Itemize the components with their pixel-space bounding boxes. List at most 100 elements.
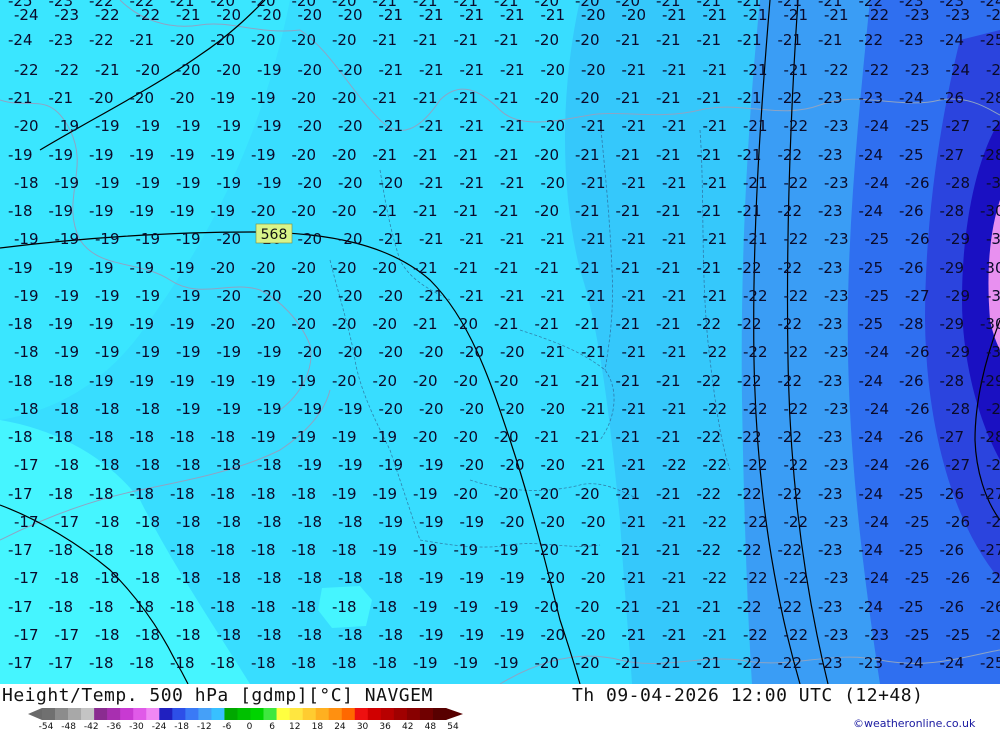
temperature-label: -21 bbox=[379, 230, 404, 248]
scale-left-arrow bbox=[28, 708, 42, 720]
scale-cell bbox=[393, 708, 408, 720]
temperature-label: -20 bbox=[292, 259, 317, 277]
temperature-label: -18 bbox=[95, 513, 120, 531]
temperature-label: -19 bbox=[500, 569, 525, 587]
temperature-label: -18 bbox=[292, 654, 317, 672]
temperature-label: -18 bbox=[8, 315, 33, 333]
temperature-label: -20 bbox=[217, 230, 242, 248]
temperature-label: -20 bbox=[575, 89, 600, 107]
scale-tick-label: 24 bbox=[334, 722, 346, 732]
temperature-label: -21 bbox=[662, 6, 687, 24]
temperature-label: -21 bbox=[413, 259, 438, 277]
temperature-label: -23 bbox=[865, 626, 890, 644]
temperature-label: -19 bbox=[373, 428, 398, 446]
temperature-label: -24 bbox=[865, 400, 890, 418]
temperature-label: -21 bbox=[454, 259, 479, 277]
temperature-label: -27 bbox=[946, 117, 971, 135]
temperature-label: -19 bbox=[494, 654, 519, 672]
temperature-label: -18 bbox=[89, 598, 114, 616]
isohypse-label-text: 568 bbox=[261, 227, 288, 243]
temperature-label: -23 bbox=[818, 202, 843, 220]
scale-tick-label: -12 bbox=[196, 722, 212, 732]
temperature-label: -21 bbox=[541, 230, 566, 248]
temperature-label: -18 bbox=[170, 654, 195, 672]
temperature-label: -18 bbox=[49, 598, 74, 616]
temperature-label: -21 bbox=[703, 626, 728, 644]
temperature-label: -21 bbox=[494, 89, 519, 107]
temperature-label: -22 bbox=[778, 146, 803, 164]
temperature-label: -25 bbox=[905, 513, 930, 531]
temperature-label: -20 bbox=[211, 259, 236, 277]
scale-cell bbox=[341, 708, 356, 720]
temperature-label: -21 bbox=[622, 456, 647, 474]
scale-cell bbox=[68, 708, 82, 720]
temperature-label: -21 bbox=[616, 485, 641, 503]
credit-link[interactable]: ©weatheronline.co.uk bbox=[853, 717, 975, 730]
temperature-label: -19 bbox=[292, 372, 317, 390]
temperature-label: -20 bbox=[251, 31, 276, 49]
temperature-label: -24 bbox=[899, 654, 924, 672]
temperature-label: -17 bbox=[8, 541, 33, 559]
temperature-label: -18 bbox=[211, 428, 236, 446]
temperature-label: -23 bbox=[859, 654, 884, 672]
temperature-label: -20 bbox=[581, 6, 606, 24]
temperature-label: -19 bbox=[494, 598, 519, 616]
temperature-label: -21 bbox=[379, 61, 404, 79]
temperature-label: -28 bbox=[940, 202, 965, 220]
temperature-label: -22 bbox=[784, 117, 809, 135]
temperature-label: -22 bbox=[778, 541, 803, 559]
temperature-label: -21 bbox=[784, 61, 809, 79]
temperature-label: -19 bbox=[298, 400, 323, 418]
temperature-label: -21 bbox=[656, 315, 681, 333]
temperature-label: -19 bbox=[413, 654, 438, 672]
temperature-label: -20 bbox=[338, 230, 363, 248]
temperature-label: -21 bbox=[581, 174, 606, 192]
temperature-label: -22 bbox=[778, 315, 803, 333]
temperature-label: -18 bbox=[217, 569, 242, 587]
temperature-label: -22 bbox=[784, 456, 809, 474]
temperature-label: -21 bbox=[500, 117, 525, 135]
temperature-label: -20 bbox=[251, 259, 276, 277]
temperature-label: -22 bbox=[697, 372, 722, 390]
temperature-label: -25 bbox=[986, 61, 1000, 79]
temperature-label: -19 bbox=[460, 569, 485, 587]
temperature-label: -21 bbox=[500, 61, 525, 79]
temperature-label: -20 bbox=[454, 485, 479, 503]
temperature-label: -25 bbox=[899, 598, 924, 616]
temperature-label: -22 bbox=[784, 287, 809, 305]
temperature-label: -23 bbox=[818, 146, 843, 164]
temperature-label: -19 bbox=[419, 513, 444, 531]
scale-cell bbox=[263, 708, 277, 720]
temperature-label: -19 bbox=[454, 598, 479, 616]
temperature-label: -24 bbox=[865, 456, 890, 474]
temperature-label: -20 bbox=[500, 343, 525, 361]
temperature-label: -19 bbox=[454, 654, 479, 672]
temperature-label: -21 bbox=[662, 117, 687, 135]
temperature-label: -17 bbox=[55, 513, 80, 531]
temperature-label: -22 bbox=[743, 456, 768, 474]
temperature-label: -19 bbox=[130, 259, 155, 277]
temperature-label: -21 bbox=[373, 202, 398, 220]
temperature-label: -18 bbox=[170, 428, 195, 446]
temperature-label: -21 bbox=[662, 343, 687, 361]
temperature-label: -28 bbox=[940, 372, 965, 390]
scale-tick-label: -18 bbox=[174, 722, 190, 732]
temperature-label: -17 bbox=[14, 569, 39, 587]
temperature-label: -23 bbox=[946, 6, 971, 24]
temperature-label: -20 bbox=[535, 31, 560, 49]
temperature-label: -18 bbox=[89, 541, 114, 559]
temperature-label: -21 bbox=[662, 287, 687, 305]
temperature-label: -19 bbox=[55, 117, 80, 135]
scale-tick-label: 54 bbox=[447, 722, 459, 732]
temperature-label: -20 bbox=[541, 626, 566, 644]
temperature-label: -19 bbox=[176, 343, 201, 361]
temperature-label: -22 bbox=[703, 513, 728, 531]
temperature-label: -19 bbox=[89, 259, 114, 277]
temperature-label: -21 bbox=[494, 31, 519, 49]
temperature-label: -20 bbox=[257, 287, 282, 305]
temperature-label: -17 bbox=[8, 654, 33, 672]
temperature-label: -21 bbox=[413, 202, 438, 220]
temperature-label: -18 bbox=[292, 541, 317, 559]
temperature-label: -18 bbox=[373, 654, 398, 672]
temperature-label: -24 bbox=[859, 372, 884, 390]
